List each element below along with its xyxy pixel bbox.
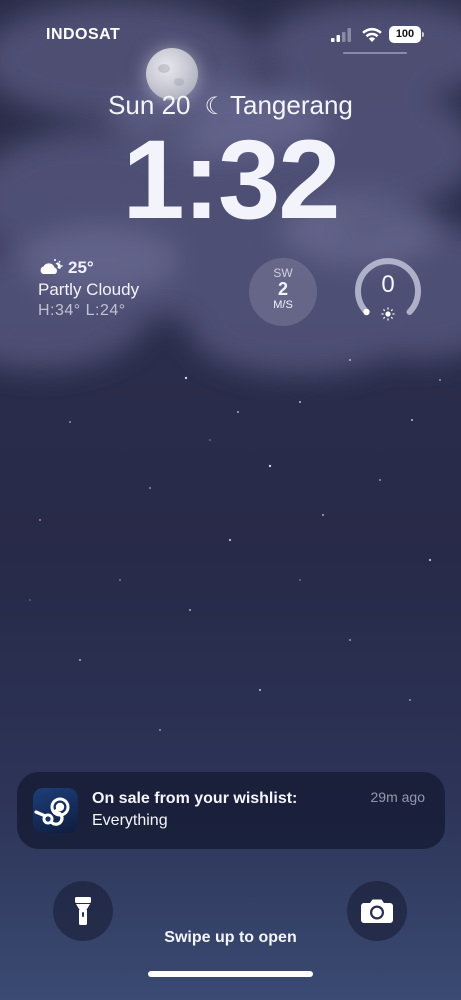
home-indicator[interactable] bbox=[148, 971, 313, 977]
sun-icon bbox=[381, 307, 395, 321]
steam-icon bbox=[33, 788, 78, 833]
carrier-label: INDOSAT bbox=[46, 26, 121, 43]
cellular-signal-icon bbox=[331, 28, 351, 42]
notification-body: Everything bbox=[92, 812, 168, 829]
wind-speed: 2 bbox=[277, 279, 288, 299]
weather-temp: 25° bbox=[68, 258, 94, 277]
camera-icon bbox=[361, 899, 393, 923]
notification-title: On sale from your wishlist: bbox=[92, 790, 298, 807]
flashlight-icon bbox=[75, 897, 91, 925]
wind-widget[interactable]: SW 2 M/S bbox=[249, 258, 317, 326]
uv-index-widget[interactable]: 0 bbox=[353, 256, 423, 326]
weather-high-low: H:34° L:24° bbox=[38, 302, 126, 319]
lock-time: 1:32 bbox=[122, 117, 340, 242]
notification-time: 29m ago bbox=[370, 789, 425, 805]
wind-direction: SW bbox=[273, 266, 293, 280]
control-center-indicator bbox=[343, 52, 407, 54]
swipe-up-hint: Swipe up to open bbox=[164, 929, 297, 946]
weather-widget[interactable]: 25° Partly Cloudy H:34° L:24° bbox=[38, 258, 139, 320]
battery-indicator: 100 bbox=[389, 26, 424, 43]
weather-condition: Partly Cloudy bbox=[38, 280, 140, 299]
crescent-moon-icon: ☾ bbox=[204, 93, 227, 120]
notification-card[interactable]: On sale from your wishlist: Everything 2… bbox=[17, 772, 445, 849]
uv-index-value: 0 bbox=[381, 271, 395, 298]
status-bar: INDOSAT 100 bbox=[0, 24, 461, 48]
wind-unit: M/S bbox=[273, 299, 293, 311]
date-label: Sun 20 bbox=[108, 90, 191, 120]
partly-cloudy-icon bbox=[40, 259, 63, 274]
location-label: Tangerang bbox=[230, 90, 353, 120]
wifi-icon bbox=[362, 27, 382, 42]
